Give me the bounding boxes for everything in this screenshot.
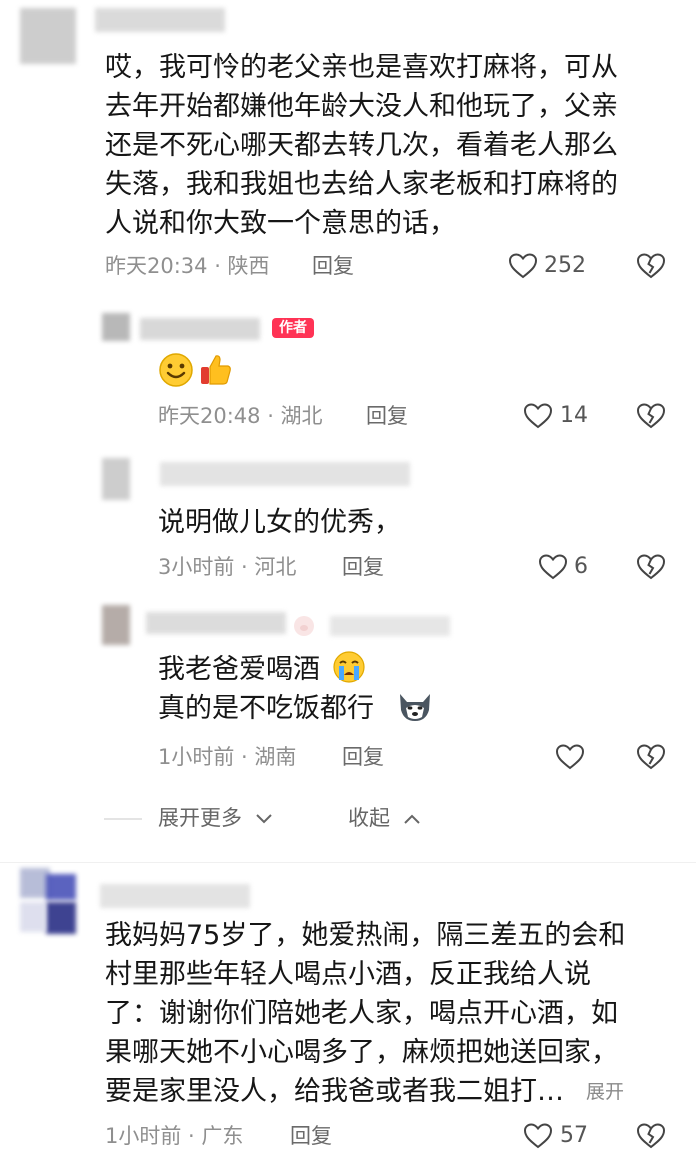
comment-text-line: 果哪天她不小心喝多了，麻烦把她送回家， — [105, 1037, 618, 1068]
like-heart-icon[interactable] — [555, 743, 585, 771]
collapse-button[interactable]: 收起 — [348, 803, 421, 833]
comment-text-line: 人说和你大致一个意思的话， — [105, 208, 456, 239]
expand-comment-link[interactable]: 展开 — [586, 1077, 624, 1107]
username-blurred — [140, 318, 260, 340]
comment-text-line: 我妈妈75岁了，她爱热闹，隔三差五的会和 — [105, 920, 626, 951]
smiley-emoji-icon — [158, 352, 194, 388]
comment-text-line: 要是家里没人，给我爸或者我二姐打… — [105, 1076, 564, 1107]
comment-text-line: 哎，我可怜的老父亲也是喜欢打麻将，可从 — [105, 52, 618, 83]
like-count: 57 — [560, 1123, 588, 1148]
pig-emoji-icon — [292, 614, 316, 638]
reply-button[interactable]: 回复 — [366, 401, 408, 431]
like-count: 252 — [544, 253, 586, 278]
comment-meta: 3小时前 · 河北 — [158, 555, 297, 579]
comment-meta: 昨天20:48 · 湖北 — [158, 404, 323, 428]
like-heart-icon[interactable] — [508, 252, 538, 280]
username-blurred — [160, 462, 410, 486]
reply-button[interactable]: 回复 — [342, 552, 384, 582]
comment-meta: 1小时前 · 湖南 — [158, 745, 297, 769]
reply-button[interactable]: 回复 — [290, 1121, 332, 1151]
comment-text-line: 了：谢谢你们陪她老人家，喝点开心酒，如 — [105, 998, 618, 1029]
comment-text-line: 说明做儿女的优秀， — [158, 507, 401, 538]
like-count: 6 — [574, 554, 588, 579]
like-heart-icon[interactable] — [523, 402, 553, 430]
dislike-broken-heart-icon[interactable] — [636, 252, 666, 280]
comment-text-line: 我老爸爱喝酒 — [158, 654, 320, 685]
like-heart-icon[interactable] — [538, 553, 568, 581]
chevron-up-icon — [403, 814, 420, 824]
username-blurred — [330, 616, 450, 636]
reply-button[interactable]: 回复 — [312, 251, 354, 281]
dislike-broken-heart-icon[interactable] — [636, 402, 666, 430]
like-count: 14 — [560, 403, 588, 428]
avatar[interactable] — [20, 868, 78, 940]
comment-text-line: 失落，我和我姐也去给人家老板和打麻将的 — [105, 169, 618, 200]
avatar[interactable] — [102, 313, 130, 341]
username-blurred — [100, 884, 250, 908]
thumbs-up-emoji-icon — [198, 352, 234, 388]
comment-text-line: 还是不死心哪天都去转几次，看着老人那么 — [105, 130, 618, 161]
thread-divider — [104, 818, 142, 820]
author-badge: 作者 — [272, 318, 314, 338]
dislike-broken-heart-icon[interactable] — [636, 553, 666, 581]
avatar[interactable] — [102, 605, 130, 645]
expand-more-label: 展开更多 — [158, 806, 242, 830]
avatar[interactable] — [20, 8, 76, 64]
avatar[interactable] — [102, 458, 130, 500]
dislike-broken-heart-icon[interactable] — [636, 1122, 666, 1150]
chevron-down-icon — [255, 814, 272, 824]
husky-emoji-icon — [396, 690, 434, 724]
comment-separator — [0, 862, 696, 863]
comment-meta: 1小时前 · 广东 — [105, 1124, 244, 1148]
comment-meta: 昨天20:34 · 陕西 — [105, 254, 270, 278]
collapse-label: 收起 — [348, 806, 390, 830]
crying-emoji-icon — [332, 650, 366, 684]
comment-text-line: 去年开始都嫌他年龄大没人和他玩了，父亲 — [105, 91, 618, 122]
like-heart-icon[interactable] — [523, 1122, 553, 1150]
expand-more-button[interactable]: 展开更多 — [158, 803, 273, 833]
reply-button[interactable]: 回复 — [342, 742, 384, 772]
username-blurred — [95, 8, 225, 32]
comment-text-line: 真的是不吃饭都行 — [158, 693, 374, 724]
comment-text-line: 村里那些年轻人喝点小酒，反正我给人说 — [105, 959, 591, 990]
dislike-broken-heart-icon[interactable] — [636, 743, 666, 771]
username-blurred — [146, 612, 286, 634]
